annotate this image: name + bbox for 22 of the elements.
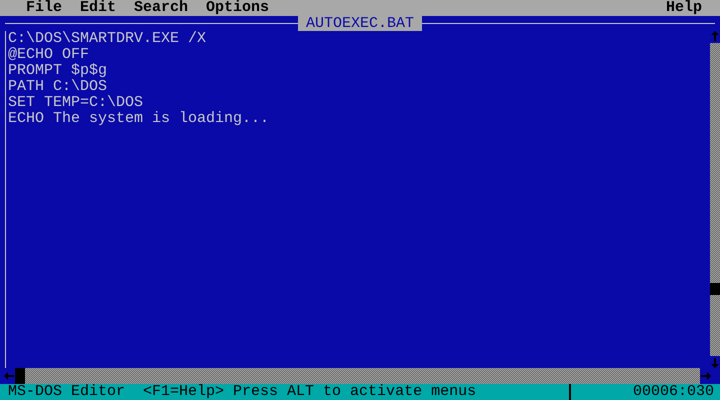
left-arrow-icon[interactable] bbox=[4, 372, 14, 380]
code-line: ECHO The system is loading... bbox=[8, 111, 270, 127]
menu-item[interactable]: Search bbox=[134, 0, 188, 16]
menu-item[interactable]: File bbox=[26, 0, 62, 16]
scroll-thumb[interactable] bbox=[710, 283, 720, 295]
window-title: AUTOEXEC.BAT bbox=[298, 16, 422, 31]
cursor-position: 00006:030 bbox=[632, 384, 715, 400]
code-line: SET TEMP=C:\DOS bbox=[8, 95, 144, 111]
menu-item[interactable]: Options bbox=[206, 0, 270, 16]
vertical-scrollbar[interactable] bbox=[710, 31, 720, 368]
code-line: @ECHO OFF bbox=[8, 47, 90, 63]
down-arrow-icon[interactable] bbox=[711, 358, 719, 368]
horizontal-scrollbar[interactable] bbox=[15, 368, 700, 384]
scroll-thumb[interactable] bbox=[15, 368, 25, 384]
code-line: C:\DOS\SMARTDRV.EXE /X bbox=[8, 31, 208, 47]
code-line: PROMPT $p$g bbox=[8, 63, 108, 79]
right-arrow-icon[interactable] bbox=[701, 372, 711, 380]
status-message: MS-DOS Editor <F1=Help> Press ALT to activate menus bbox=[7, 384, 478, 400]
help-menu[interactable]: Help bbox=[666, 0, 702, 16]
up-arrow-icon[interactable] bbox=[711, 31, 719, 41]
menu-item[interactable]: Edit bbox=[80, 0, 116, 16]
code-line: PATH C:\DOS bbox=[8, 79, 108, 95]
